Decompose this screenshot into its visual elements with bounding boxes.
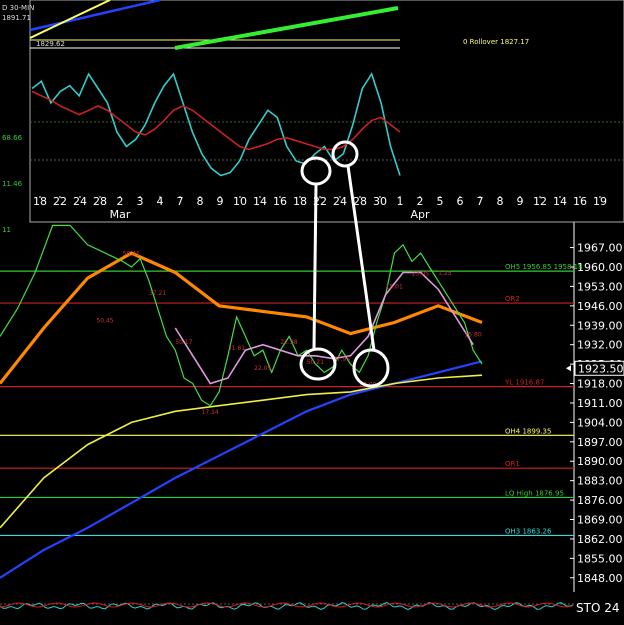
osc-month-label: Apr	[410, 208, 430, 221]
price-tick-label: 1890.00	[577, 455, 623, 468]
osc-x-tick-label: 24	[73, 195, 87, 208]
point-label: 22.38	[280, 339, 297, 346]
price-tick-label: 1946.00	[577, 300, 623, 313]
annotation-connector-1	[312, 183, 318, 350]
osc-x-tick-label: 6	[457, 195, 464, 208]
osc-x-tick-label: 8	[497, 195, 504, 208]
osc-x-tick-label: 8	[197, 195, 204, 208]
osc-x-tick-label: 30	[373, 195, 387, 208]
point-label: 31.81	[228, 345, 245, 352]
point-label: 23.05	[412, 270, 429, 277]
osc-x-tick-label: 14	[553, 195, 567, 208]
point-label: 37.21	[149, 290, 166, 297]
osc-header-label: D 30-MIN	[2, 4, 34, 12]
osc-x-tick-label: 16	[573, 195, 587, 208]
point-label: 15.01	[386, 284, 403, 291]
osc-header-label: 1891.71	[2, 14, 31, 22]
side-label: 68.66	[2, 134, 23, 142]
osc-x-tick-label: 5	[437, 195, 444, 208]
level-label: OH3 1863.26	[505, 527, 552, 535]
point-label: 50.41	[123, 250, 140, 257]
price-tick-label: 1855.00	[577, 552, 623, 565]
stochastic-label: STO 24	[576, 601, 619, 615]
oscillator-panel: D 30-MIN 1891.71 1829.62 0 Rollover 1827.17…	[2, 0, 624, 223]
price-tick-label: 1876.00	[577, 494, 623, 507]
osc-x-tick-label: 4	[157, 195, 164, 208]
price-tick-label: 1897.00	[577, 436, 623, 449]
osc-x-tick-label: 3	[137, 195, 144, 208]
osc-month-label: Mar	[110, 208, 131, 221]
level-label: YL 1916.87	[504, 379, 544, 387]
oscillator-frame	[29, 0, 624, 223]
osc-x-tick-label: 2	[117, 195, 124, 208]
osc-x-tick-label: 18	[33, 195, 47, 208]
osc-x-tick-label: 2	[417, 195, 424, 208]
osc-x-tick-label: 1	[397, 195, 404, 208]
level-label: OH5 1956.85 1958.18	[505, 263, 583, 271]
side-label: 11.46	[2, 180, 23, 188]
level-label: OH4 1899.35	[505, 427, 551, 435]
point-label: 50.21	[307, 359, 324, 366]
side-label: 11	[2, 226, 11, 234]
price-tick-label: 1904.00	[577, 416, 623, 429]
price-tick-label: 1967.00	[577, 242, 623, 255]
osc-x-tick-label: 19	[593, 195, 607, 208]
stochastic-panel: STO 24	[0, 592, 619, 625]
osc-x-tick-label: 14	[253, 195, 267, 208]
price-tick-label: 1953.00	[577, 280, 623, 293]
point-label: 50.17	[175, 339, 192, 346]
osc-header-label: 1829.62	[36, 40, 65, 48]
osc-x-tick-label: 7	[177, 195, 184, 208]
osc-x-tick-label: 12	[533, 195, 547, 208]
osc-x-tick-label: 9	[517, 195, 524, 208]
point-label: 17.14	[202, 409, 219, 416]
price-tick-label: 1939.00	[577, 319, 623, 332]
osc-x-tick-label: 10	[233, 195, 247, 208]
level-label: OR1	[505, 460, 520, 468]
osc-x-tick-label: 28	[93, 195, 107, 208]
level-label: OR2	[505, 295, 520, 303]
stochastic-frame	[0, 592, 574, 625]
osc-x-tick-label: 24	[333, 195, 347, 208]
point-label: 50.45	[96, 318, 113, 325]
price-tick-label: 1960.00	[577, 261, 623, 274]
stock-chart: 1967.00 1960.00 1953.00 1946.00 1939.00 1932.…	[0, 0, 624, 625]
level-label: LQ High 1876.95	[505, 489, 564, 497]
price-tick-label: 1862.00	[577, 533, 623, 546]
price-tick-label: 1911.00	[577, 397, 623, 410]
current-price-label: 1923.50	[578, 362, 624, 375]
price-tick-label: 1932.00	[577, 339, 623, 352]
osc-x-tick-label: 7	[477, 195, 484, 208]
point-label: 15.80	[464, 331, 481, 338]
price-tick-label: 1848.00	[577, 572, 623, 585]
point-label: 22.05	[254, 365, 271, 372]
price-tick-label: 1869.00	[577, 514, 623, 527]
price-tick-label: 1883.00	[577, 475, 623, 488]
osc-x-tick-label: 9	[217, 195, 224, 208]
price-tick-label: 1918.00	[577, 378, 623, 391]
osc-x-tick-label: 22	[53, 195, 67, 208]
osc-x-tick-label: 18	[293, 195, 307, 208]
point-label: 1.25	[438, 270, 452, 277]
osc-x-tick-label: 16	[273, 195, 287, 208]
osc-header-label: 0 Rollover 1827.17	[463, 38, 529, 46]
